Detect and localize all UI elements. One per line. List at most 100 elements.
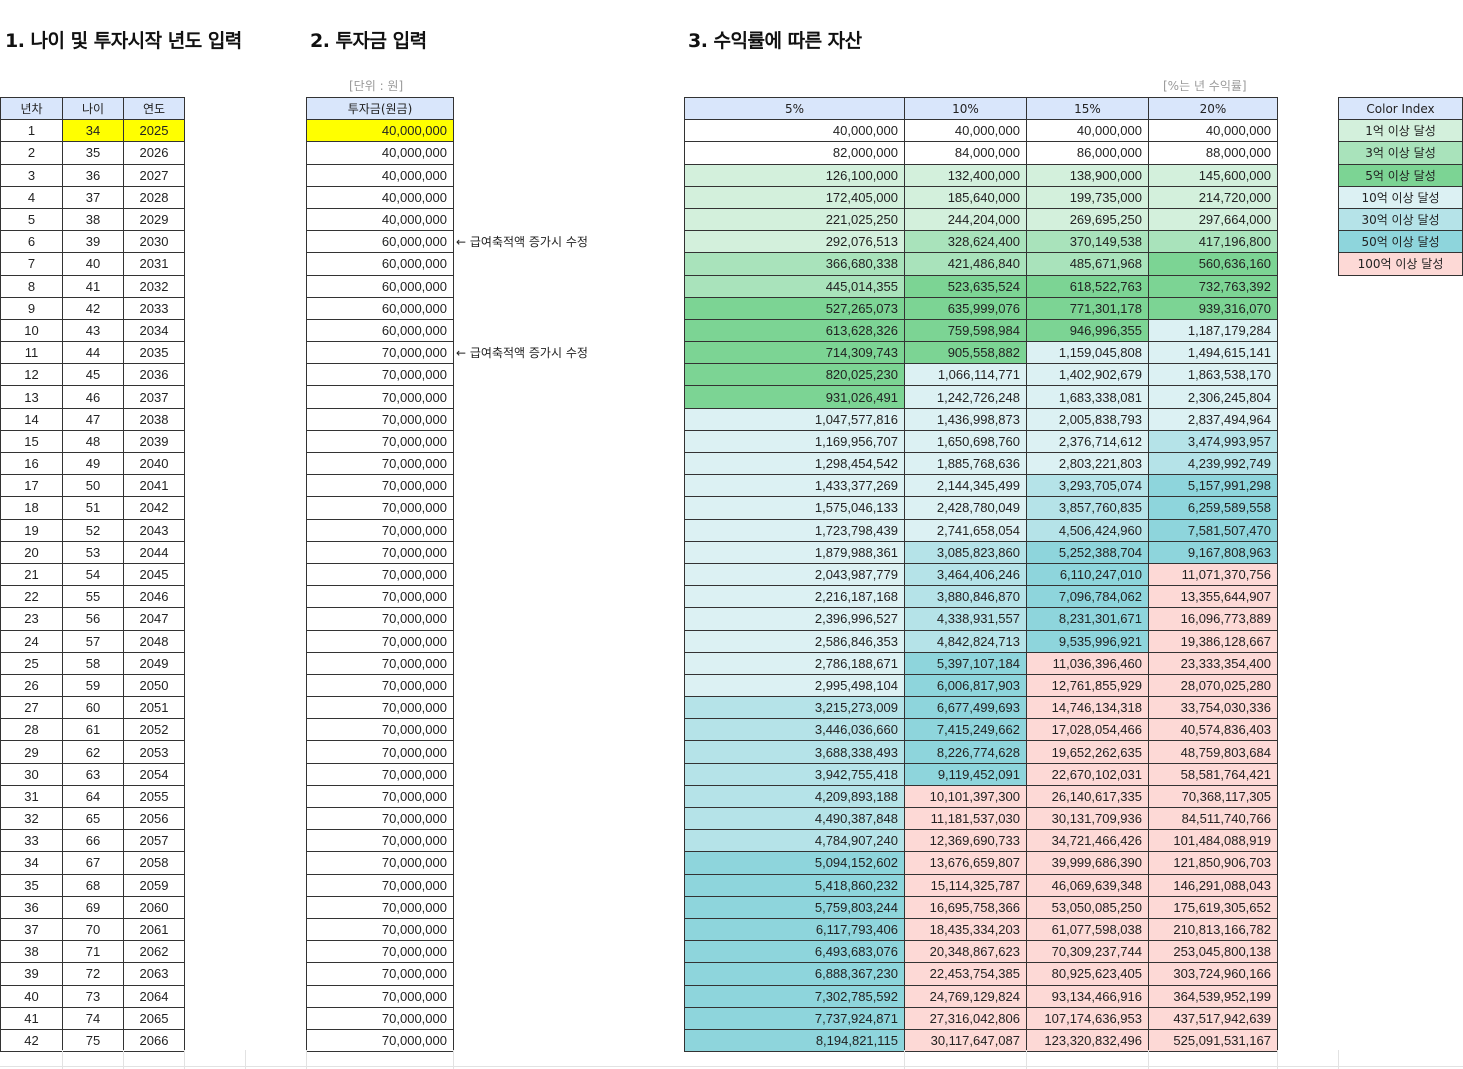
age-cell[interactable]: 55: [62, 585, 124, 609]
rate-5-asset-cell[interactable]: 7,302,785,592: [684, 984, 905, 1008]
rate-15-asset-cell[interactable]: 946,996,355: [1026, 318, 1149, 343]
year-count-cell[interactable]: 4: [0, 185, 63, 209]
age-cell[interactable]: 42: [62, 296, 124, 320]
rate-5-asset-cell[interactable]: 1,879,988,361: [684, 540, 905, 564]
year-cell[interactable]: 2038: [123, 407, 185, 431]
age-cell[interactable]: 49: [62, 451, 124, 476]
rate-10-asset-cell[interactable]: 905,558,882: [904, 341, 1027, 365]
year-count-cell[interactable]: 5: [0, 207, 63, 232]
rate-20-asset-cell[interactable]: 417,196,800: [1148, 230, 1278, 254]
investment-cell[interactable]: 70,000,000: [306, 496, 454, 520]
investment-cell[interactable]: 70,000,000: [306, 962, 454, 986]
rate-15-asset-cell[interactable]: 2,803,221,803: [1026, 451, 1149, 476]
rate-20-asset-cell[interactable]: 525,091,531,167: [1148, 1028, 1278, 1053]
rate-20-asset-cell[interactable]: 40,574,836,403: [1148, 718, 1278, 742]
year-cell[interactable]: 2060: [123, 895, 185, 919]
rate-15-asset-cell[interactable]: 34,721,466,426: [1026, 829, 1149, 853]
rate-20-asset-cell[interactable]: 70,368,117,305: [1148, 784, 1278, 809]
rate-10-asset-cell[interactable]: 9,119,452,091: [904, 762, 1027, 786]
rate-20-asset-cell[interactable]: 939,316,070: [1148, 296, 1278, 320]
rate-10-asset-cell[interactable]: 4,842,824,713: [904, 629, 1027, 653]
rate-5-asset-cell[interactable]: 3,688,338,493: [684, 740, 905, 764]
year-count-cell[interactable]: 8: [0, 274, 63, 298]
rate-5-asset-cell[interactable]: 6,493,683,076: [684, 940, 905, 964]
investment-cell[interactable]: 70,000,000: [306, 1006, 454, 1030]
rate-10-asset-cell[interactable]: 18,435,334,203: [904, 917, 1027, 942]
year-cell[interactable]: 2035: [123, 341, 185, 365]
rate-20-asset-cell[interactable]: 297,664,000: [1148, 207, 1278, 232]
rate-20-asset-cell[interactable]: 48,759,803,684: [1148, 740, 1278, 764]
age-cell[interactable]: 46: [62, 385, 124, 409]
investment-cell[interactable]: 70,000,000: [306, 895, 454, 919]
investment-cell[interactable]: 40,000,000: [306, 185, 454, 209]
year-count-cell[interactable]: 11: [0, 341, 63, 365]
rate-5-asset-cell[interactable]: 820,025,230: [684, 363, 905, 387]
investment-cell[interactable]: 70,000,000: [306, 696, 454, 720]
age-cell[interactable]: 51: [62, 496, 124, 520]
rate-5-asset-cell[interactable]: 2,995,498,104: [684, 673, 905, 698]
investment-cell[interactable]: 70,000,000: [306, 873, 454, 897]
rate-15-asset-cell[interactable]: 53,050,085,250: [1026, 895, 1149, 919]
age-cell[interactable]: 66: [62, 829, 124, 853]
rate-5-asset-cell[interactable]: 172,405,000: [684, 185, 905, 209]
investment-cell[interactable]: 70,000,000: [306, 940, 454, 964]
rate-20-asset-cell[interactable]: 210,813,166,782: [1148, 917, 1278, 942]
age-cell[interactable]: 35: [62, 141, 124, 165]
rate-5-asset-cell[interactable]: 40,000,000: [684, 119, 905, 143]
rate-5-asset-cell[interactable]: 4,784,907,240: [684, 829, 905, 853]
age-cell[interactable]: 58: [62, 651, 124, 675]
age-cell[interactable]: 65: [62, 806, 124, 831]
rate-15-asset-cell[interactable]: 123,320,832,496: [1026, 1028, 1149, 1053]
rate-15-asset-cell[interactable]: 70,309,237,744: [1026, 940, 1149, 964]
year-count-cell[interactable]: 27: [0, 696, 63, 720]
year-cell[interactable]: 2043: [123, 518, 185, 542]
rate-5-asset-cell[interactable]: 5,418,860,232: [684, 873, 905, 897]
year-cell[interactable]: 2051: [123, 696, 185, 720]
year-count-cell[interactable]: 25: [0, 651, 63, 675]
year-count-cell[interactable]: 33: [0, 829, 63, 853]
rate-5-asset-cell[interactable]: 2,043,987,779: [684, 562, 905, 587]
rate-15-asset-cell[interactable]: 61,077,598,038: [1026, 917, 1149, 942]
age-cell[interactable]: 56: [62, 607, 124, 631]
rate-10-asset-cell[interactable]: 27,316,042,806: [904, 1006, 1027, 1030]
rate-15-asset-cell[interactable]: 26,140,617,335: [1026, 784, 1149, 809]
rate-20-asset-cell[interactable]: 2,837,494,964: [1148, 407, 1278, 431]
rate-15-asset-cell[interactable]: 39,999,686,390: [1026, 851, 1149, 875]
investment-cell[interactable]: 70,000,000: [306, 917, 454, 942]
rate-5-asset-cell[interactable]: 3,215,273,009: [684, 696, 905, 720]
age-cell[interactable]: 37: [62, 185, 124, 209]
rate-5-asset-cell[interactable]: 2,216,187,168: [684, 585, 905, 609]
rate-10-asset-cell[interactable]: 421,486,840: [904, 252, 1027, 276]
rate-15-asset-cell[interactable]: 107,174,636,953: [1026, 1006, 1149, 1030]
year-cell[interactable]: 2056: [123, 806, 185, 831]
year-cell[interactable]: 2049: [123, 651, 185, 675]
rate-10-asset-cell[interactable]: 1,885,768,636: [904, 451, 1027, 476]
investment-cell[interactable]: 70,000,000: [306, 385, 454, 409]
investment-cell[interactable]: 40,000,000: [306, 119, 454, 143]
rate-10-asset-cell[interactable]: 185,640,000: [904, 185, 1027, 209]
year-cell[interactable]: 2046: [123, 585, 185, 609]
year-cell[interactable]: 2037: [123, 385, 185, 409]
rate-10-asset-cell[interactable]: 1,066,114,771: [904, 363, 1027, 387]
year-cell[interactable]: 2048: [123, 629, 185, 653]
year-count-cell[interactable]: 13: [0, 385, 63, 409]
rate-15-asset-cell[interactable]: 199,735,000: [1026, 185, 1149, 209]
rate-15-asset-cell[interactable]: 93,134,466,916: [1026, 984, 1149, 1008]
investment-cell[interactable]: 70,000,000: [306, 851, 454, 875]
rate-15-asset-cell[interactable]: 485,671,968: [1026, 252, 1149, 276]
rate-15-asset-cell[interactable]: 14,746,134,318: [1026, 696, 1149, 720]
rate-20-asset-cell[interactable]: 101,484,088,919: [1148, 829, 1278, 853]
year-count-cell[interactable]: 24: [0, 629, 63, 653]
rate-15-asset-cell[interactable]: 1,683,338,081: [1026, 385, 1149, 409]
age-cell[interactable]: 53: [62, 540, 124, 564]
year-cell[interactable]: 2059: [123, 873, 185, 897]
age-cell[interactable]: 57: [62, 629, 124, 653]
age-cell[interactable]: 47: [62, 407, 124, 431]
investment-cell[interactable]: 70,000,000: [306, 673, 454, 698]
investment-cell[interactable]: 70,000,000: [306, 341, 454, 365]
rate-5-asset-cell[interactable]: 527,265,073: [684, 296, 905, 320]
rate-10-asset-cell[interactable]: 8,226,774,628: [904, 740, 1027, 764]
age-cell[interactable]: 69: [62, 895, 124, 919]
year-cell[interactable]: 2029: [123, 207, 185, 232]
rate-5-asset-cell[interactable]: 6,888,367,230: [684, 962, 905, 986]
